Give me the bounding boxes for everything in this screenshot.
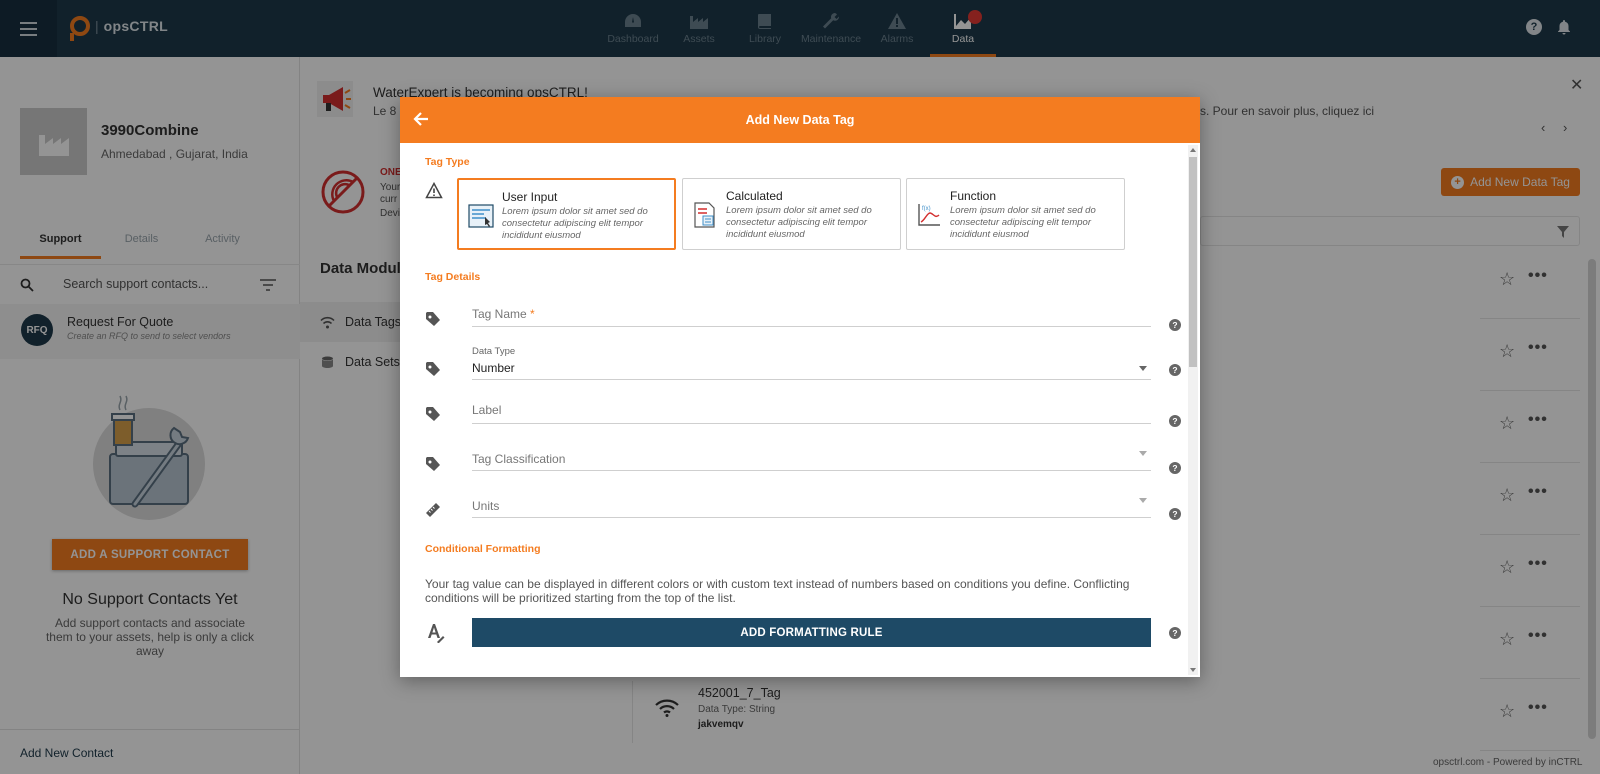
help-icon[interactable]: ? bbox=[1169, 415, 1181, 427]
scroll-down-icon[interactable] bbox=[1190, 668, 1196, 672]
tag-classification-select[interactable]: Tag Classification bbox=[472, 443, 1151, 471]
svg-text:f(x): f(x) bbox=[922, 206, 931, 212]
tag-name-field[interactable]: Tag Name * bbox=[472, 301, 1151, 327]
type-card-user-input[interactable]: User Input Lorem ipsum dolor sit amet se… bbox=[457, 178, 676, 250]
function-graph-icon: f(x) bbox=[918, 204, 940, 226]
caret-down-icon bbox=[1139, 366, 1147, 371]
help-icon[interactable]: ? bbox=[1169, 462, 1181, 474]
tag-icon bbox=[426, 457, 440, 471]
tag-details-label: Tag Details bbox=[425, 271, 481, 283]
warning-icon bbox=[425, 182, 443, 199]
caret-down-icon bbox=[1139, 498, 1147, 503]
scroll-thumb[interactable] bbox=[1189, 157, 1197, 367]
tag-icon bbox=[426, 312, 440, 326]
modal-scrollbar[interactable] bbox=[1188, 145, 1198, 675]
type-card-function[interactable]: f(x) Function Lorem ipsum dolor sit amet… bbox=[906, 178, 1125, 250]
help-icon[interactable]: ? bbox=[1169, 364, 1181, 376]
add-data-tag-modal: Add New Data Tag Tag Type User Input Lor… bbox=[400, 97, 1200, 677]
modal-header: Add New Data Tag bbox=[400, 97, 1200, 143]
type-card-calculated[interactable]: Calculated Lorem ipsum dolor sit amet se… bbox=[682, 178, 901, 250]
units-select[interactable]: Units bbox=[472, 490, 1151, 518]
tag-type-label: Tag Type bbox=[425, 156, 470, 168]
scroll-up-icon[interactable] bbox=[1190, 148, 1196, 152]
help-icon[interactable]: ? bbox=[1169, 319, 1181, 331]
calculator-icon bbox=[694, 202, 715, 228]
modal-body: Tag Type User Input Lorem ipsum dolor si… bbox=[400, 143, 1187, 677]
help-icon[interactable]: ? bbox=[1169, 508, 1181, 520]
label-field[interactable]: Label bbox=[472, 396, 1151, 424]
tag-icon bbox=[426, 407, 440, 421]
conditional-formatting-text: Your tag value can be displayed in diffe… bbox=[425, 577, 1130, 605]
help-icon[interactable]: ? bbox=[1169, 627, 1181, 639]
add-formatting-rule-button[interactable]: ADD FORMATTING RULE bbox=[472, 618, 1151, 647]
ruler-icon bbox=[426, 503, 440, 517]
tag-icon bbox=[426, 362, 440, 376]
form-icon bbox=[468, 204, 494, 228]
format-paint-icon bbox=[428, 624, 445, 643]
modal-title: Add New Data Tag bbox=[745, 113, 855, 127]
conditional-formatting-label: Conditional Formatting bbox=[425, 543, 541, 555]
caret-down-icon bbox=[1139, 451, 1147, 456]
data-type-select[interactable]: Data Type Number bbox=[472, 346, 1151, 380]
